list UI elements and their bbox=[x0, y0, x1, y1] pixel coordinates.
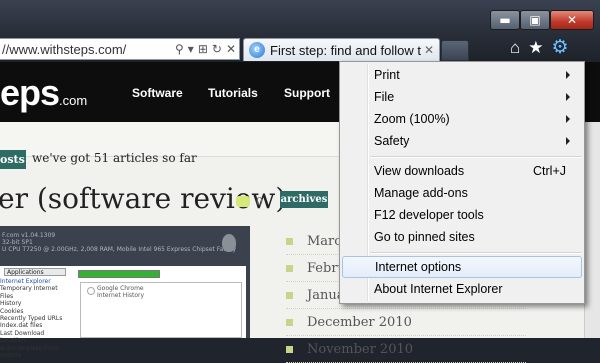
menu-item-internet-options[interactable]: Internet options bbox=[342, 256, 582, 278]
menu-item-label: Internet options bbox=[375, 260, 462, 274]
nav-support[interactable]: Support bbox=[284, 86, 330, 100]
tools-menu: Print File Zoom (100%) Safety View downl… bbox=[339, 61, 585, 304]
bullet-icon bbox=[286, 291, 293, 299]
menu-item-label: F12 developer tools bbox=[374, 208, 484, 222]
menu-item-safety[interactable]: Safety bbox=[342, 130, 582, 152]
menu-item-label: Print bbox=[374, 68, 400, 82]
tab-title: First step: find and follow t... bbox=[270, 42, 422, 58]
address-url[interactable]: //www.withsteps.com/ bbox=[0, 42, 126, 57]
archive-label: November 2010 bbox=[307, 341, 414, 357]
posts-badge[interactable]: osts bbox=[0, 150, 26, 169]
menu-item-file[interactable]: File bbox=[342, 86, 582, 108]
menu-item-view-downloads[interactable]: View downloads Ctrl+J bbox=[342, 160, 582, 182]
menu-item-pinned-sites[interactable]: Go to pinned sites bbox=[342, 226, 582, 248]
list-item: Index.dat files bbox=[0, 322, 43, 330]
menu-item-label: Manage add-ons bbox=[374, 186, 468, 200]
screenshot-header: F.com v1.04.1309 32-bit SP1 U CPU T7250 … bbox=[0, 232, 250, 256]
refresh-icon[interactable]: ↻ bbox=[212, 42, 222, 56]
favorites-star-icon[interactable]: ★ bbox=[528, 38, 543, 58]
nav-tutorials[interactable]: Tutorials bbox=[208, 86, 258, 100]
command-icons: ⌂ ★ ⚙ bbox=[510, 38, 569, 58]
screenshot-line: U CPU T7250 @ 2.00GHz, 2,008 RAM, Mobile… bbox=[2, 246, 237, 253]
home-icon[interactable]: ⌂ bbox=[510, 38, 520, 58]
bullet-icon bbox=[286, 345, 293, 353]
screenshot-logo bbox=[222, 234, 236, 252]
menu-item-label: Safety bbox=[374, 134, 410, 148]
screenshot-content-line: Internet History bbox=[97, 292, 145, 299]
page-scrollbar[interactable] bbox=[584, 122, 600, 338]
submenu-arrow-icon bbox=[566, 115, 570, 123]
bullet-icon bbox=[286, 237, 293, 245]
minimize-button[interactable]: ▬ bbox=[490, 10, 520, 30]
dropdown-icon[interactable]: ▾ bbox=[188, 42, 194, 56]
archive-label: December 2010 bbox=[307, 314, 412, 330]
window-controls: ▬ ▣ ✕ bbox=[490, 10, 594, 32]
list-item: Internet Explorer bbox=[0, 278, 51, 285]
ie-favicon-icon: e bbox=[249, 42, 265, 58]
menu-item-label: Zoom (100%) bbox=[374, 112, 450, 126]
maximize-button[interactable]: ▣ bbox=[520, 10, 550, 30]
archives-heading: archives bbox=[280, 191, 328, 208]
screenshot-content: Google Chrome Internet History bbox=[97, 285, 144, 299]
close-button[interactable]: ✕ bbox=[550, 10, 594, 30]
submenu-arrow-icon bbox=[566, 93, 570, 101]
ticker-text: we've got 51 articles so far bbox=[32, 151, 197, 165]
menu-item-label: View downloads bbox=[374, 164, 465, 178]
tab-close-icon[interactable]: ✕ bbox=[422, 43, 436, 57]
menu-item-f12-developer-tools[interactable]: F12 developer tools bbox=[342, 204, 582, 226]
menu-item-manage-addons[interactable]: Manage add-ons bbox=[342, 182, 582, 204]
menu-item-zoom[interactable]: Zoom (100%) bbox=[342, 108, 582, 130]
list-item: Recently Typed URLs bbox=[0, 315, 63, 323]
screenshot-progress bbox=[78, 270, 160, 278]
archive-item[interactable]: November 2010 bbox=[286, 336, 526, 363]
address-bar[interactable]: //www.withsteps.com/ ⚲ ▾ ⊞ ↻ ✕ bbox=[0, 38, 240, 60]
tab-active[interactable]: e First step: find and follow t... ✕ bbox=[243, 38, 440, 61]
logo-text: eps bbox=[0, 72, 60, 113]
screenshot-line: 32-bit SP1 bbox=[2, 239, 33, 246]
menu-separator bbox=[370, 252, 582, 254]
list-item: Temporary Internet Files bbox=[0, 285, 58, 300]
list-item: Cookies bbox=[0, 307, 24, 315]
list-item: Autocomplete Form History bbox=[0, 344, 59, 360]
list-item: Last Download Location bbox=[0, 329, 45, 345]
comment-bubble-icon[interactable] bbox=[236, 196, 250, 207]
screenshot-list: Internet Explorer Temporary Internet Fil… bbox=[0, 278, 70, 359]
comment-count[interactable]: 0 bbox=[256, 195, 263, 208]
screenshot-tab: Applications bbox=[4, 268, 66, 276]
menu-item-label: About Internet Explorer bbox=[374, 282, 503, 296]
nav-software[interactable]: Software bbox=[132, 86, 183, 100]
menu-item-label: Go to pinned sites bbox=[374, 230, 475, 244]
submenu-arrow-icon bbox=[566, 71, 570, 79]
tools-gear-icon[interactable]: ⚙ bbox=[552, 38, 569, 58]
archive-item[interactable]: December 2010 bbox=[286, 309, 526, 336]
new-tab-button[interactable] bbox=[441, 40, 469, 61]
menu-item-about-ie[interactable]: About Internet Explorer bbox=[342, 278, 582, 300]
list-item: History bbox=[0, 300, 22, 308]
stop-icon[interactable]: ✕ bbox=[226, 42, 236, 56]
site-logo[interactable]: eps.com bbox=[0, 72, 87, 114]
menu-separator bbox=[370, 156, 582, 158]
menu-item-label: File bbox=[374, 90, 395, 104]
compat-view-icon[interactable]: ⊞ bbox=[198, 42, 208, 56]
address-icons: ⚲ ▾ ⊞ ↻ ✕ bbox=[175, 42, 239, 56]
screenshot-line: F.com v1.04.1309 bbox=[2, 232, 56, 239]
logo-suffix: .com bbox=[59, 93, 88, 108]
bullet-icon bbox=[286, 318, 293, 326]
menu-item-print[interactable]: Print bbox=[342, 64, 582, 86]
search-icon[interactable]: ⚲ bbox=[175, 42, 184, 56]
submenu-arrow-icon bbox=[566, 137, 570, 145]
menu-shortcut: Ctrl+J bbox=[533, 164, 566, 178]
screenshot-content-line: Google Chrome bbox=[97, 285, 144, 292]
bullet-icon bbox=[286, 264, 293, 272]
spinner-icon bbox=[87, 287, 95, 295]
